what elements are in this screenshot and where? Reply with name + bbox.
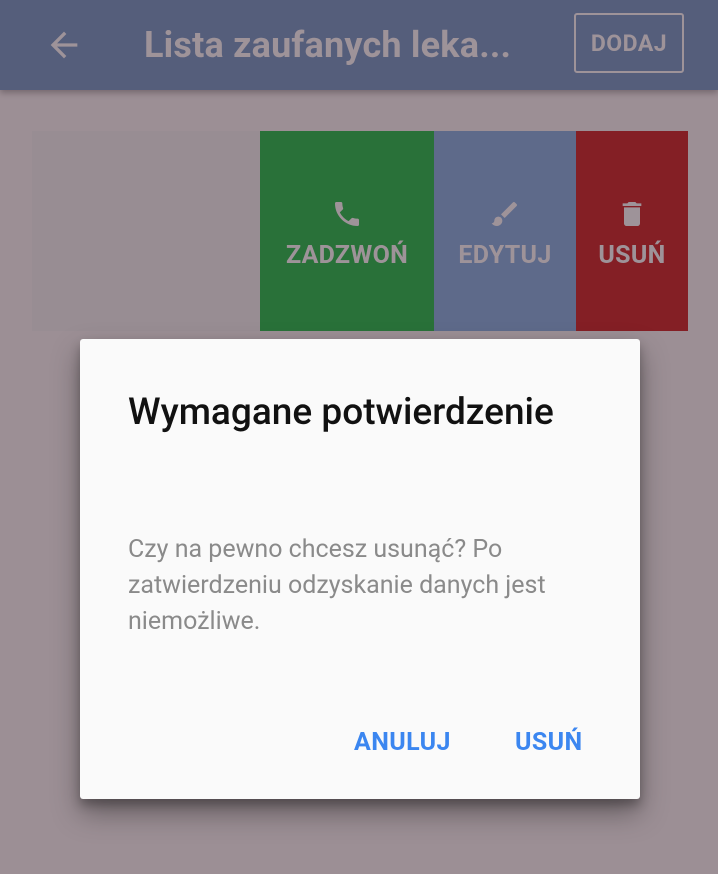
dialog-message: Czy na pewno chcesz usunąć? Po zatwierdz… bbox=[128, 535, 546, 636]
cancel-button[interactable]: ANULUJ bbox=[354, 723, 451, 763]
confirm-delete-button[interactable]: USUŃ bbox=[515, 723, 583, 763]
confirm-dialog: Wymagane potwierdzenie Czy na pewno chce… bbox=[80, 339, 640, 799]
dialog-title: Wymagane potwierdzenie bbox=[128, 391, 554, 434]
